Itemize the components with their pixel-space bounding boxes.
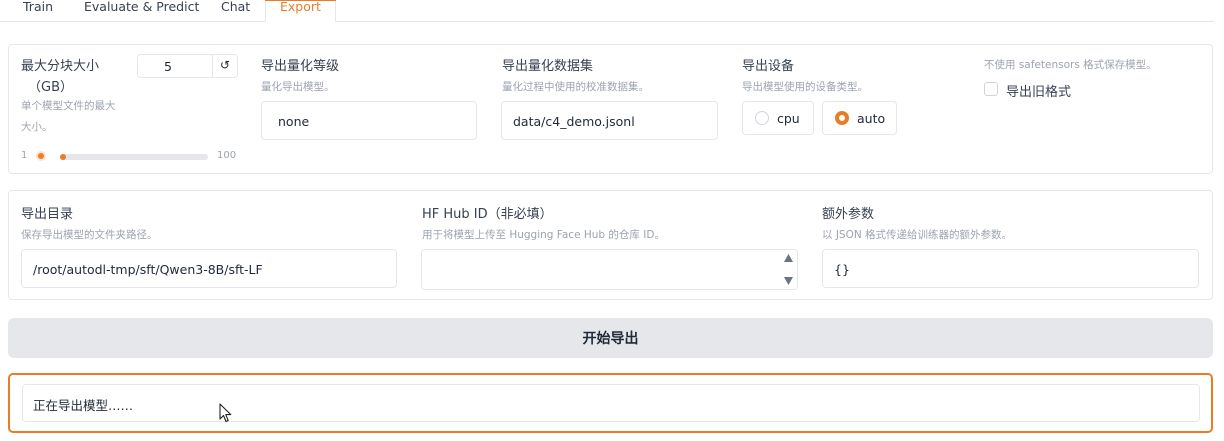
mouse-cursor-icon <box>219 403 232 423</box>
extra-args-value: {} <box>834 262 850 277</box>
hub-id-textarea[interactable] <box>421 249 798 290</box>
quant-bit-dropdown[interactable]: none <box>261 101 477 140</box>
device-option-auto-label: auto <box>857 110 886 126</box>
device-option-cpu-label: cpu <box>777 110 800 126</box>
export-status-text: 正在导出模型…… <box>33 398 134 413</box>
device-option-cpu[interactable]: cpu <box>742 101 814 135</box>
scroll-up-icon[interactable] <box>784 254 793 262</box>
reset-icon[interactable]: ↺ <box>220 58 230 72</box>
field-divider <box>212 55 213 77</box>
tab-bar: Train Evaluate & Predict Chat Export <box>0 0 1214 23</box>
radio-auto-icon <box>835 111 849 125</box>
scroll-down-icon[interactable] <box>784 277 793 285</box>
quant-bit-hint: 量化导出模型。 <box>261 81 335 93</box>
export-dir-label: 导出目录 <box>21 207 74 222</box>
tab-evaluate-predict[interactable]: Evaluate & Predict <box>84 0 199 22</box>
legacy-format-checkbox[interactable] <box>984 82 998 96</box>
shard-size-slider-track[interactable] <box>60 154 208 160</box>
shard-size-label: 最大分块大小 <box>21 59 100 74</box>
shard-size-hint: 单个模型文件的最大 <box>21 100 116 112</box>
tab-chat[interactable]: Chat <box>221 0 250 22</box>
quant-dataset-input[interactable]: data/c4_demo.jsonl <box>501 101 718 140</box>
start-export-button[interactable]: 开始导出 <box>8 318 1213 358</box>
export-status-panel: 正在导出模型…… <box>8 373 1213 433</box>
slider-min-label: 1 <box>21 150 28 161</box>
quant-dataset-value: data/c4_demo.jsonl <box>513 114 635 129</box>
device-label: 导出设备 <box>742 59 795 74</box>
extra-args-hint: 以 JSON 格式传递给训练器的额外参数。 <box>822 229 1013 241</box>
export-dir-value: /root/autodl-tmp/sft/Qwen3-8B/sft-LF <box>33 262 263 277</box>
quant-dataset-hint: 量化过程中使用的校准数据集。 <box>502 81 649 93</box>
shard-size-hint-2: 大小。 <box>21 121 53 133</box>
shard-size-input[interactable]: 5 <box>164 59 172 74</box>
quant-dataset-label: 导出量化数据集 <box>502 59 594 74</box>
hub-id-hint: 用于将模型上传至 Hugging Face Hub 的仓库 ID。 <box>422 229 665 241</box>
legacy-format-label: 导出旧格式 <box>1006 85 1072 100</box>
tab-export[interactable]: Export <box>265 0 336 23</box>
export-dir-input[interactable]: /root/autodl-tmp/sft/Qwen3-8B/sft-LF <box>21 249 397 288</box>
device-hint: 导出模型使用的设备类型。 <box>742 81 868 93</box>
shard-size-unit: （GB） <box>28 80 73 95</box>
quant-bit-label: 导出量化等级 <box>261 59 340 74</box>
export-dir-hint: 保存导出模型的文件夹路径。 <box>21 229 158 241</box>
extra-args-input[interactable]: {} <box>822 249 1199 288</box>
quant-bit-value: none <box>278 114 310 129</box>
export-status-output[interactable]: 正在导出模型…… <box>22 384 1200 422</box>
slider-max-label: 100 <box>217 150 237 161</box>
radio-cpu-icon <box>755 111 769 125</box>
legacy-format-hint: 不使用 safetensors 格式保存模型。 <box>984 59 1157 71</box>
slider-thumb[interactable] <box>36 151 46 161</box>
device-option-auto[interactable]: auto <box>822 101 897 135</box>
tab-train[interactable]: Train <box>23 0 53 22</box>
slider-fill <box>60 154 66 160</box>
extra-args-label: 额外参数 <box>822 207 875 222</box>
shard-size-number-field: 5 ↺ <box>137 54 238 78</box>
hub-id-label: HF Hub ID（非必填） <box>422 207 553 222</box>
